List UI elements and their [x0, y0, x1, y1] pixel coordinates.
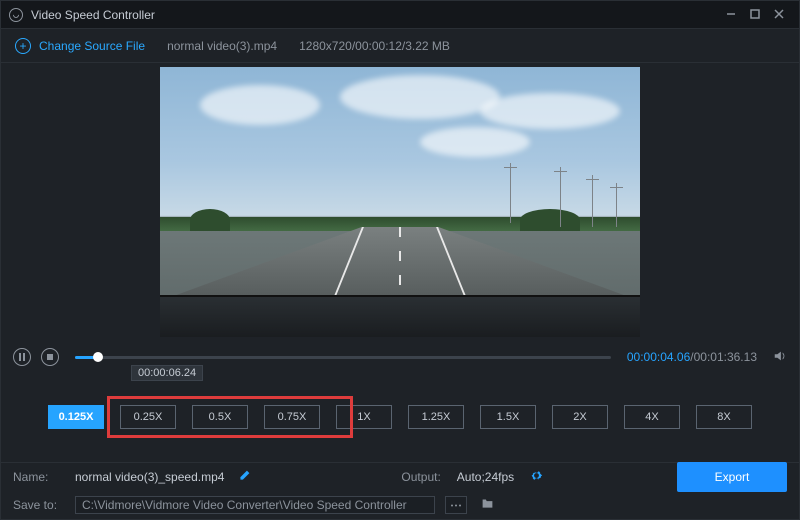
- pause-button[interactable]: [13, 348, 31, 366]
- speed-row: 0.125X 0.25X 0.5X 0.75X 1X 1.25X 1.5X 2X 4X 8X: [1, 405, 799, 429]
- saveto-value: C:\Vidmore\Vidmore Video Converter\Video…: [82, 498, 407, 512]
- app-logo-icon: [9, 8, 23, 22]
- speed-section: 0.125X 0.25X 0.5X 0.75X 1X 1.25X 1.5X 2X 4X 8X: [1, 371, 799, 462]
- minimize-button[interactable]: [719, 8, 743, 22]
- video-preview[interactable]: [160, 67, 640, 337]
- output-settings-button[interactable]: [530, 469, 543, 485]
- speed-0-5x[interactable]: 0.5X: [192, 405, 248, 429]
- current-time: 00:00:04.06: [627, 350, 690, 364]
- change-source-button[interactable]: + Change Source File: [15, 38, 145, 54]
- speed-1-5x[interactable]: 1.5X: [480, 405, 536, 429]
- volume-button[interactable]: [773, 349, 787, 366]
- source-filename: normal video(3).mp4: [167, 39, 277, 53]
- preview-area: [1, 63, 799, 343]
- seek-slider[interactable]: [75, 356, 611, 359]
- browse-path-button[interactable]: [445, 496, 467, 514]
- saveto-label: Save to:: [13, 498, 65, 512]
- speed-2x[interactable]: 2X: [552, 405, 608, 429]
- close-button[interactable]: [767, 8, 791, 22]
- output-value: Auto;24fps: [457, 470, 514, 484]
- seek-thumb[interactable]: [93, 352, 103, 362]
- output-label: Output:: [401, 470, 440, 484]
- transport-bar: 00:00:04.06/00:01:36.13 00:00:06.24: [1, 343, 799, 371]
- source-metadata: 1280x720/00:00:12/3.22 MB: [299, 39, 450, 53]
- name-value: normal video(3)_speed.mp4: [75, 470, 224, 484]
- source-bar: + Change Source File normal video(3).mp4…: [1, 29, 799, 63]
- footer-row-saveto: Save to: C:\Vidmore\Vidmore Video Conver…: [1, 491, 799, 519]
- speed-1-25x[interactable]: 1.25X: [408, 405, 464, 429]
- footer: Name: normal video(3)_speed.mp4 Output: …: [1, 462, 799, 519]
- speed-0-25x[interactable]: 0.25X: [120, 405, 176, 429]
- speed-4x[interactable]: 4X: [624, 405, 680, 429]
- saveto-path[interactable]: C:\Vidmore\Vidmore Video Converter\Video…: [75, 496, 435, 514]
- maximize-button[interactable]: [743, 8, 767, 22]
- title-bar: Video Speed Controller: [1, 1, 799, 29]
- stop-button[interactable]: [41, 348, 59, 366]
- speed-0-125x[interactable]: 0.125X: [48, 405, 104, 429]
- time-display: 00:00:04.06/00:01:36.13: [627, 350, 757, 364]
- window-title: Video Speed Controller: [31, 8, 155, 22]
- export-label: Export: [715, 470, 750, 484]
- speed-0-75x[interactable]: 0.75X: [264, 405, 320, 429]
- change-source-label: Change Source File: [39, 39, 145, 53]
- edit-name-button[interactable]: [238, 469, 251, 485]
- export-button[interactable]: Export: [677, 462, 787, 492]
- total-time: 00:01:36.13: [694, 350, 757, 364]
- footer-row-name-output: Name: normal video(3)_speed.mp4 Output: …: [1, 463, 799, 491]
- name-label: Name:: [13, 470, 65, 484]
- speed-8x[interactable]: 8X: [696, 405, 752, 429]
- plus-circle-icon: +: [15, 38, 31, 54]
- open-folder-button[interactable]: [481, 497, 494, 513]
- speed-1x[interactable]: 1X: [336, 405, 392, 429]
